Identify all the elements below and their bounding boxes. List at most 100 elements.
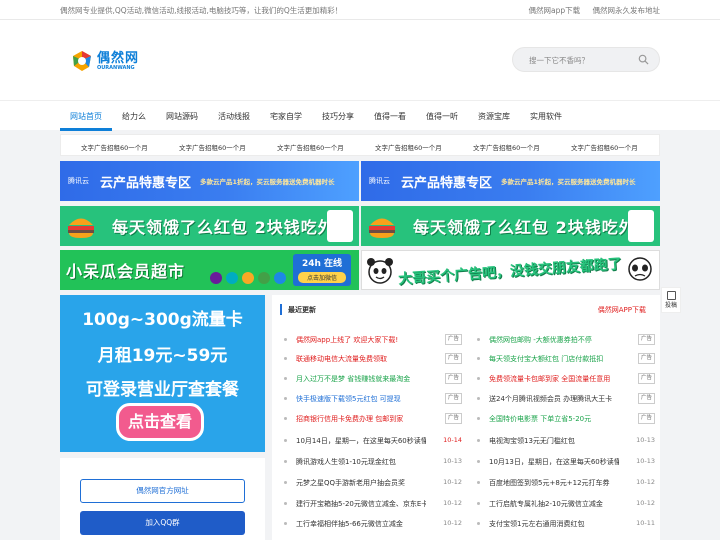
text-ad[interactable]: 文字广告招租60一个月 (571, 142, 638, 152)
ad-link[interactable]: 偶然网app上线了 欢迎大家下载! (296, 335, 426, 345)
nav-self-study[interactable]: 宅家自学 (270, 111, 302, 122)
ad-link[interactable]: 月入过万不是梦 省钱赚钱就来最淘金 (296, 374, 426, 384)
ad-link[interactable]: 全国特价电影票 下单立省5-20元 (489, 414, 619, 424)
news-link[interactable]: 元梦之星QQ手游新老用户抽会员奖 (296, 478, 426, 488)
join-qq-group-button[interactable]: 加入QQ群 (80, 511, 245, 535)
bullet (477, 481, 480, 484)
bullet (284, 338, 287, 341)
bullet (284, 522, 287, 525)
site-logo[interactable]: 偶然网 OURANWANG (70, 48, 139, 74)
bullet (477, 417, 480, 420)
search-input[interactable]: 搜一下它不香吗？ (512, 47, 660, 72)
main-nav: 网站首页 给力么 网站源码 活动线报 宅家自学 技巧分享 值得一看 值得一听 资… (0, 100, 720, 131)
panda-banner[interactable]: 大哥买个广告吧，没钱交朋友都跑了 (361, 250, 660, 290)
ad-link[interactable]: 快手极速版下载领5元红包 可提现 (296, 394, 426, 404)
ad-badge: 广告 (638, 373, 655, 384)
text-ad-bar: 文字广告招租60一个月 文字广告招租60一个月 文字广告招租60一个月 文字广告… (60, 134, 660, 156)
news-link[interactable]: 电视淘宝领13元无门槛红包 (489, 436, 619, 446)
ad-badge: 广告 (638, 353, 655, 364)
cloud-banner[interactable]: 腾讯云 云产品特惠专区 多款云产品1折起，买云服务器送免费机器时长 (60, 161, 359, 201)
news-item[interactable]: 支付宝领1元左右通用消费红包 10-11 (477, 517, 655, 531)
news-item[interactable]: 10月13日，星期日，在这里每天60秒读懂世界 10-13 (477, 455, 655, 469)
list-item[interactable]: 偶然网包邮购 -大额优惠券拍不停 广告 (477, 333, 655, 347)
ad-link[interactable]: 免费领流量卡包邮到家 全国流量任意用 (489, 374, 619, 384)
news-link[interactable]: 10月13日，星期日，在这里每天60秒读懂世界 (489, 457, 619, 467)
nav-software[interactable]: 实用软件 (530, 111, 562, 122)
header-accent (280, 304, 282, 315)
eleme-banner[interactable]: 每天领饿了么红包 2块钱吃外卖 (361, 206, 660, 246)
promo-line-2: 月租19元~59元 (97, 346, 228, 366)
nav-deals[interactable]: 活动线报 (218, 111, 250, 122)
panda-meme-icon (628, 257, 652, 281)
eleme-banner[interactable]: 每天领饿了么红包 2块钱吃外卖 (60, 206, 359, 246)
nav-source[interactable]: 网站源码 (166, 111, 198, 122)
data-card-promo[interactable]: 100g~300g流量卡 月租19元~59元 可登录营业厅查套餐 点击查看 (60, 295, 265, 452)
news-link[interactable]: 腾讯游戏人生领1-10元现金红包 (296, 457, 426, 467)
news-link[interactable]: 建行开宝箱抽5-20元微信立减金、京东E卡 (296, 499, 426, 509)
text-ad[interactable]: 文字广告招租60一个月 (277, 142, 344, 152)
ad-badge: 广告 (445, 334, 462, 345)
list-item[interactable]: 偶然网app上线了 欢迎大家下载! 广告 (284, 333, 462, 347)
panda-icon (367, 258, 393, 284)
list-item[interactable]: 招商银行信用卡免费办理 包邮到家 广告 (284, 412, 462, 426)
xiaoguagua-banner[interactable]: 小呆瓜会员超市 24h 在线 点击加微信 (60, 250, 359, 290)
bullet (477, 397, 480, 400)
permanent-address-link[interactable]: 偶然网永久发布地址 (593, 6, 661, 15)
text-ad[interactable]: 文字广告招租60一个月 (375, 142, 442, 152)
news-date: 10-11 (636, 519, 655, 527)
ad-link[interactable]: 送24个月腾讯视频会员 办理腾讯大王卡 (489, 394, 619, 404)
text-ad[interactable]: 文字广告招租60一个月 (81, 142, 148, 152)
list-item[interactable]: 快手极速版下载领5元红包 可提现 广告 (284, 392, 462, 406)
news-date: 10-13 (443, 457, 462, 465)
ad-badge: 广告 (445, 353, 462, 364)
list-item[interactable]: 全国特价电影票 下单立省5-20元 广告 (477, 412, 655, 426)
nav-tips[interactable]: 技巧分享 (322, 111, 354, 122)
bullet (284, 377, 287, 380)
news-link[interactable]: 工行启航专属礼抽2-10元微信立减金 (489, 499, 619, 509)
news-link[interactable]: 百度地图签到领5元+8元+12元打车券 (489, 478, 619, 488)
news-link[interactable]: 10月14日，星期一，在这里每天60秒读懂世界 (296, 436, 426, 446)
news-item[interactable]: 元梦之星QQ手游新老用户抽会员奖 10-12 (284, 476, 462, 490)
app-download-link[interactable]: 偶然网APP下载 (598, 305, 646, 315)
list-item[interactable]: 每天领支付宝大额红包 门店付款抵扣 广告 (477, 352, 655, 366)
news-item[interactable]: 腾讯游戏人生领1-10元现金红包 10-13 (284, 455, 462, 469)
news-date: 10-13 (636, 436, 655, 444)
news-item[interactable]: 建行开宝箱抽5-20元微信立减金、京东E卡 10-12 (284, 497, 462, 511)
news-item[interactable]: 工行启航专属礼抽2-10元微信立减金 10-12 (477, 497, 655, 511)
badge-button: 点击加微信 (298, 272, 346, 283)
wechat-badge[interactable]: 24h 在线 点击加微信 (293, 254, 351, 286)
nav-resources[interactable]: 资源宝库 (478, 111, 510, 122)
search-icon[interactable] (638, 54, 649, 65)
text-ad[interactable]: 文字广告招租60一个月 (179, 142, 246, 152)
list-item[interactable]: 月入过万不是梦 省钱赚钱就来最淘金 广告 (284, 372, 462, 386)
list-item[interactable]: 免费领流量卡包邮到家 全国流量任意用 广告 (477, 372, 655, 386)
nav-geili[interactable]: 给力么 (122, 111, 146, 122)
promo-view-button[interactable]: 点击查看 (116, 403, 204, 441)
news-item[interactable]: 10月14日，星期一，在这里每天60秒读懂世界 10-14 (284, 434, 462, 448)
list-item[interactable]: 送24个月腾讯视频会员 办理腾讯大王卡 广告 (477, 392, 655, 406)
feedback-button[interactable]: 投稿 (661, 287, 681, 313)
cloud-banner[interactable]: 腾讯云 云产品特惠专区 多款云产品1折起，买云服务器送免费机器时长 (361, 161, 660, 201)
nav-watch[interactable]: 值得一看 (374, 111, 406, 122)
ad-link[interactable]: 联通移动电信大流量免费领取 (296, 354, 426, 364)
news-item[interactable]: 电视淘宝领13元无门槛红包 10-13 (477, 434, 655, 448)
news-link[interactable]: 工行幸福相伴抽5-66元微信立减金 (296, 519, 426, 529)
official-site-button[interactable]: 偶然网官方网址 (80, 479, 245, 503)
ad-link[interactable]: 偶然网包邮购 -大额优惠券拍不停 (489, 335, 619, 345)
top-links: 偶然网app下载 偶然网永久发布地址 (518, 5, 660, 16)
logo-icon (73, 51, 91, 71)
app-download-link[interactable]: 偶然网app下载 (528, 6, 580, 15)
ad-link[interactable]: 招商银行信用卡免费办理 包邮到家 (296, 414, 426, 424)
news-date: 10-12 (636, 478, 655, 486)
text-ad[interactable]: 文字广告招租60一个月 (473, 142, 540, 152)
cloud-title: 云产品特惠专区 (401, 176, 493, 191)
ad-link[interactable]: 每天领支付宝大额红包 门店付款抵扣 (489, 354, 619, 364)
nav-listen[interactable]: 值得一听 (426, 111, 458, 122)
list-item[interactable]: 联通移动电信大流量免费领取 广告 (284, 352, 462, 366)
ad-badge: 广告 (638, 393, 655, 404)
news-item[interactable]: 工行幸福相伴抽5-66元微信立减金 10-12 (284, 517, 462, 531)
promo-line-1: 100g~300g流量卡 (82, 310, 243, 330)
news-link[interactable]: 支付宝领1元左右通用消费红包 (489, 519, 619, 529)
nav-home[interactable]: 网站首页 (70, 111, 102, 122)
news-item[interactable]: 百度地图签到领5元+8元+12元打车券 10-12 (477, 476, 655, 490)
